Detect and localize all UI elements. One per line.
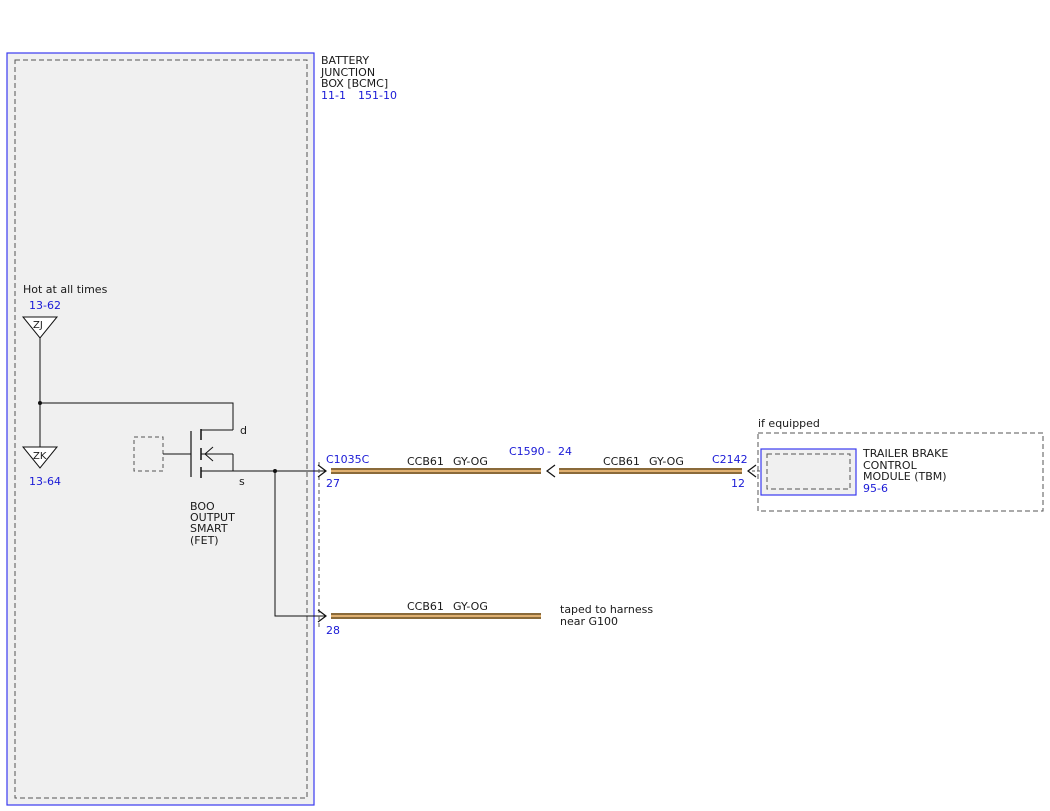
harness-segment-2-core [559,470,742,472]
tbm-ref-link[interactable]: 95-6 [863,482,888,495]
connector-c1590-pin: 24 [558,445,572,458]
bjb-ref-link-a[interactable]: 11-1 [321,89,346,102]
wire-seg1-color: GY-OG [453,455,488,468]
wire-seg2-color: GY-OG [649,455,684,468]
bjb-ref-link-b[interactable]: 151-10 [358,89,397,102]
taped-note-line-2: near G100 [560,615,618,628]
fet-name-line-4: (FET) [190,534,219,547]
pin-12-label: 12 [731,477,745,490]
connector-c1035c-link[interactable]: C1035C [326,453,370,466]
wiring-diagram: BATTERY JUNCTION BOX [BCMC] 11-1 151-10 … [6,52,1044,806]
wire-seg1-circuit: CCB61 [407,455,444,468]
connector-c1590-sep: - [547,445,551,458]
ref-link-13-62[interactable]: 13-62 [29,299,61,312]
if-equipped-label: if equipped [758,417,820,430]
fuse-zj-label: ZJ [33,320,43,331]
bjb-module-border [6,52,315,806]
wire-seg3-circuit: CCB61 [407,600,444,613]
fet-drain-label: d [240,424,247,437]
wire-seg3-color: GY-OG [453,600,488,613]
c1590-arrow [546,464,556,478]
connector-c1590-link[interactable]: C1590 [509,445,545,458]
hot-at-all-times-label: Hot at all times [23,283,108,296]
fuse-zk-label: ZK [33,451,47,462]
harness-segment-1-core [331,470,541,472]
fet-source-label: s [239,475,245,488]
pin-28-label: 28 [326,624,340,637]
harness-segment-3-core [331,615,541,617]
tbm-module-border [760,448,857,496]
connector-c2142-link[interactable]: C2142 [712,453,748,466]
pin-27-label: 27 [326,477,340,490]
ref-link-13-64[interactable]: 13-64 [29,475,61,488]
wire-seg2-circuit: CCB61 [603,455,640,468]
